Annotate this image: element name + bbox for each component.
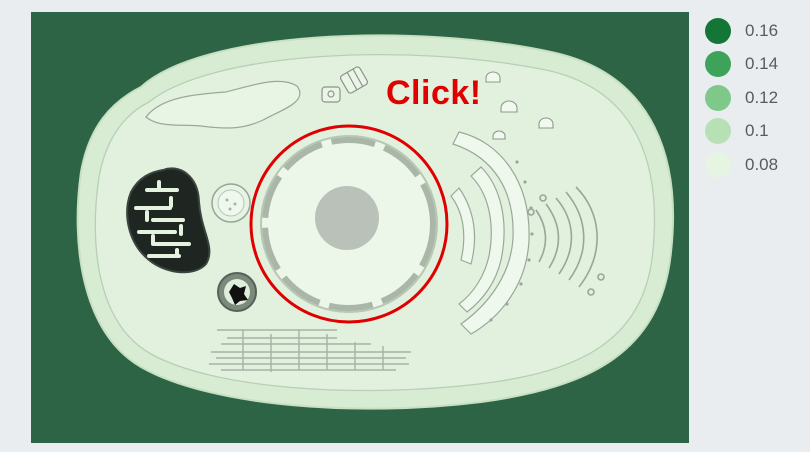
legend-label: 0.16	[745, 20, 779, 40]
legend-item: 0.1	[705, 115, 805, 149]
legend-swatch	[705, 151, 731, 178]
animal-cell-diagram	[76, 34, 674, 410]
legend-label: 0.1	[745, 121, 769, 141]
legend-swatch	[705, 51, 731, 78]
legend-swatch	[705, 17, 731, 44]
nucleus[interactable]	[260, 135, 438, 313]
legend-item: 0.12	[705, 81, 805, 115]
nucleolus[interactable]	[315, 186, 379, 250]
legend-label: 0.08	[745, 154, 779, 174]
legend-label: 0.14	[745, 54, 779, 74]
legend-item: 0.14	[705, 48, 805, 82]
legend-label: 0.12	[745, 87, 779, 107]
legend-swatch	[705, 84, 731, 111]
legend-item: 0.16	[705, 14, 805, 48]
click-prompt[interactable]: Click!	[386, 74, 482, 113]
peroxisome[interactable]	[217, 272, 257, 312]
legend-swatch	[705, 118, 731, 145]
legend-item: 0.08	[705, 148, 805, 182]
lysosome[interactable]	[211, 183, 251, 223]
legend: 0.16 0.14 0.12 0.1 0.08	[705, 14, 805, 182]
cell-diagram-panel	[31, 12, 689, 443]
